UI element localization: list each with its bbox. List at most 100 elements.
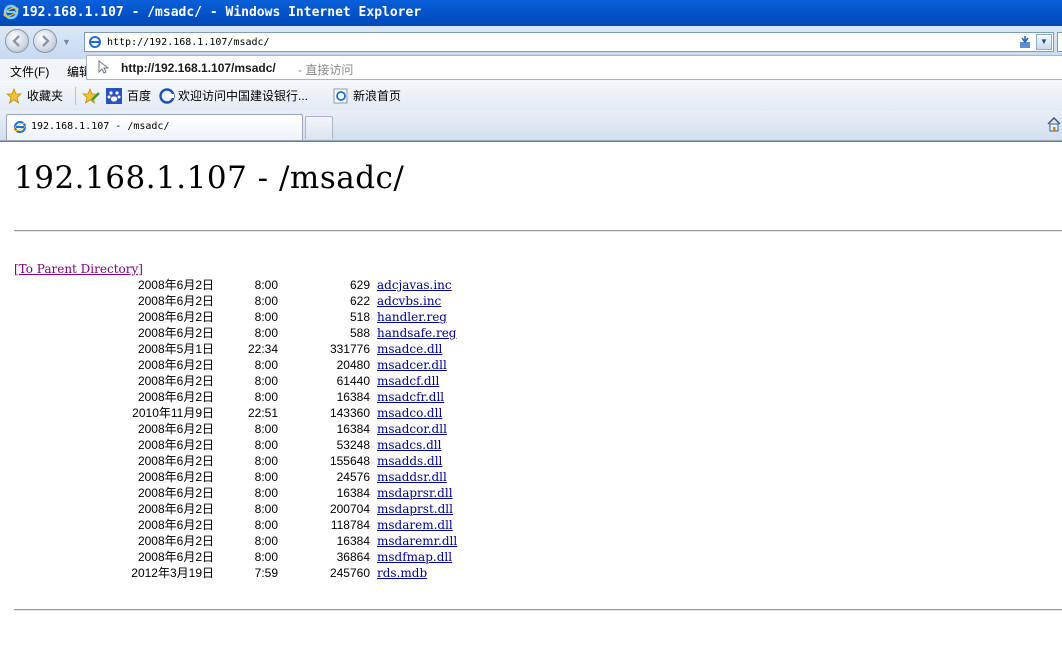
autocomplete-hint: - 直接访问 <box>298 63 354 77</box>
file-size: 16384 <box>336 486 370 500</box>
file-link[interactable]: msdarem.dll <box>377 517 453 533</box>
file-date: 2008年6月2日 <box>137 422 214 436</box>
table-row: 2008年6月2日 8:00 20480 msadcer.dll <box>14 357 514 373</box>
file-time: 8:00 <box>254 502 278 516</box>
parent-directory-link[interactable]: [To Parent Directory] <box>14 261 514 277</box>
file-link[interactable]: msaddsr.dll <box>377 469 447 485</box>
file-link[interactable]: rds.mdb <box>377 565 427 581</box>
autocomplete-url[interactable]: http://192.168.1.107/msadc/ <box>121 61 276 75</box>
file-link[interactable]: handsafe.reg <box>377 325 456 341</box>
bottom-divider <box>14 609 1062 611</box>
back-button[interactable] <box>5 29 29 53</box>
file-size: 200704 <box>329 502 370 516</box>
table-row: 2008年6月2日 8:00 61440 msadcf.dll <box>14 373 514 389</box>
table-row: 2008年6月2日 8:00 518 handler.reg <box>14 309 514 325</box>
home-icon[interactable] <box>1046 116 1062 132</box>
go-arrow-icon <box>98 60 109 74</box>
favorite-sina[interactable]: 新浪首页 <box>333 81 413 111</box>
file-link[interactable]: msadds.dll <box>377 453 442 469</box>
favorites-bar: 收藏夹 百度 欢迎访问中国建设银行... 新浪首页 <box>0 81 1062 111</box>
window-title-bar[interactable]: 192.168.1.107 - /msadc/ - Windows Intern… <box>0 0 1062 26</box>
tab-bar: 192.168.1.107 - /msadc/ <box>0 111 1062 141</box>
file-size: 20480 <box>336 358 370 372</box>
file-time: 8:00 <box>254 486 278 500</box>
file-size: 143360 <box>329 406 370 420</box>
file-date: 2008年6月2日 <box>137 358 214 372</box>
table-row: 2008年6月2日 8:00 16384 msdaremr.dll <box>14 533 514 549</box>
favorites-star-icon <box>6 88 22 104</box>
file-link[interactable]: msdfmap.dll <box>377 549 452 565</box>
file-link[interactable]: msadcfr.dll <box>377 389 444 405</box>
table-row: 2008年6月2日 8:00 200704 msdaprst.dll <box>14 501 514 517</box>
favorite-ccb[interactable]: 欢迎访问中国建设银行... <box>159 81 319 111</box>
file-date: 2008年6月2日 <box>137 374 214 388</box>
file-link[interactable]: msadcs.dll <box>377 437 441 453</box>
file-date: 2008年6月2日 <box>137 310 214 324</box>
file-time: 8:00 <box>254 438 278 452</box>
file-time: 8:00 <box>254 422 278 436</box>
file-link[interactable]: msadcor.dll <box>377 421 447 437</box>
file-date: 2008年6月2日 <box>137 502 214 516</box>
address-bar[interactable]: ▼ <box>84 32 1054 52</box>
address-input[interactable] <box>107 35 1007 49</box>
file-size: 16384 <box>336 422 370 436</box>
file-size: 331776 <box>329 342 370 356</box>
address-autocomplete-popup[interactable]: http://192.168.1.107/msadc/ - 直接访问 <box>86 55 1062 80</box>
file-time: 8:00 <box>254 534 278 548</box>
table-row: 2008年6月2日 8:00 24576 msaddsr.dll <box>14 469 514 485</box>
file-time: 8:00 <box>254 518 278 532</box>
file-size: 622 <box>349 294 370 308</box>
table-row: 2008年6月2日 8:00 622 adcvbs.inc <box>14 293 514 309</box>
file-date: 2008年6月2日 <box>137 518 214 532</box>
file-link[interactable]: msdaprst.dll <box>377 501 453 517</box>
refresh-button-edge[interactable] <box>1057 32 1062 52</box>
favorites-separator <box>75 87 76 105</box>
new-tab-button[interactable] <box>305 116 333 139</box>
file-date: 2008年6月2日 <box>137 550 214 564</box>
top-divider <box>14 230 1062 232</box>
file-time: 8:00 <box>254 278 278 292</box>
file-size: 518 <box>349 310 370 324</box>
file-size: 245760 <box>329 566 370 580</box>
recent-pages-dropdown-icon[interactable]: ▼ <box>62 37 71 47</box>
file-link[interactable]: msdaremr.dll <box>377 533 457 549</box>
page-ie-icon <box>89 36 101 48</box>
table-row: 2008年6月2日 8:00 53248 msadcs.dll <box>14 437 514 453</box>
table-row: 2008年6月2日 8:00 36864 msdfmap.dll <box>14 549 514 565</box>
file-size: 588 <box>349 326 370 340</box>
address-dropdown-button[interactable]: ▼ <box>1036 34 1052 50</box>
menu-file[interactable]: 文件(F) <box>10 63 49 80</box>
file-link[interactable]: handler.reg <box>377 309 447 325</box>
forward-button[interactable] <box>33 29 57 53</box>
file-link[interactable]: msadcf.dll <box>377 373 439 389</box>
add-favorite-star-icon <box>82 88 100 104</box>
file-size: 53248 <box>336 438 370 452</box>
favorite-baidu-label: 百度 <box>127 89 152 103</box>
file-time: 8:00 <box>254 326 278 340</box>
file-list: 2008年6月2日 8:00 629 adcjavas.inc 2008年6月2日 8:0… <box>14 277 514 581</box>
file-date: 2008年6月2日 <box>137 486 214 500</box>
page-content: 192.168.1.107 - /msadc/ [To Parent Direc… <box>0 141 1062 651</box>
file-link[interactable]: msadcer.dll <box>377 357 447 373</box>
tab-msadc[interactable]: 192.168.1.107 - /msadc/ <box>6 114 303 140</box>
file-link[interactable]: adcjavas.inc <box>377 277 452 293</box>
tab-label: 192.168.1.107 - /msadc/ <box>31 121 170 132</box>
file-size: 16384 <box>336 534 370 548</box>
file-link[interactable]: msadce.dll <box>377 341 442 357</box>
file-date: 2008年6月2日 <box>137 326 214 340</box>
favorites-button[interactable]: 收藏夹 <box>6 81 70 111</box>
table-row: 2008年6月2日 8:00 16384 msadcfr.dll <box>14 389 514 405</box>
file-link[interactable]: msdaprsr.dll <box>377 485 453 501</box>
baidu-paw-icon <box>106 88 122 104</box>
page-title: 192.168.1.107 - /msadc/ <box>14 160 405 196</box>
favorite-baidu[interactable]: 百度 <box>106 81 156 111</box>
compatibility-view-icon[interactable] <box>1017 35 1033 49</box>
add-to-favorites-button[interactable] <box>82 81 102 111</box>
file-time: 7:59 <box>254 566 278 580</box>
file-link[interactable]: msadco.dll <box>377 405 442 421</box>
file-link[interactable]: adcvbs.inc <box>377 293 441 309</box>
file-size: 61440 <box>336 374 370 388</box>
table-row: 2008年6月2日 8:00 16384 msdaprsr.dll <box>14 485 514 501</box>
file-time: 8:00 <box>254 470 278 484</box>
file-size: 24576 <box>336 470 370 484</box>
